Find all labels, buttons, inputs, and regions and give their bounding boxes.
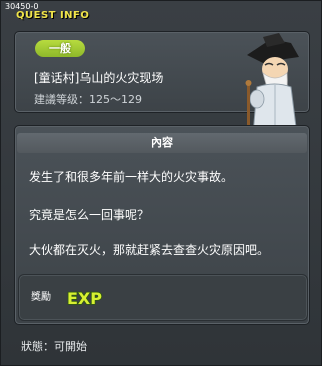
quest-category-badge: 一般 [35, 40, 85, 57]
description-line-1: 发生了和很多年前一样大的火灾事故。 [29, 170, 234, 184]
exp-text: EXP [67, 289, 102, 308]
quest-info-window: 30450-0 QUEST INFO 一般 [童话村]乌山的火灾现场 建議等级：… [0, 0, 322, 366]
old-sage-npc-icon [245, 33, 299, 137]
description-line-3: 大伙都在灭火，那就赶紧去查查火灾原因吧。 [29, 243, 270, 257]
level-requirement: 建議等级：125～129 [34, 93, 142, 106]
quest-content-panel: 內容 发生了和很多年前一样大的火灾事故。 究竟是怎么一回事呢？ 大伙都在灭火，那… [14, 125, 310, 325]
quest-summary-panel: 一般 [童话村]乌山的火灾现场 建議等级：125～129 [14, 31, 310, 137]
quest-status: 狀態：可開始 [21, 340, 87, 353]
exp-icon: EXP [66, 288, 103, 309]
quest-name: [童话村]乌山的火灾现场 [34, 71, 164, 85]
reward-box: 獎勵 EXP [18, 274, 308, 321]
reward-label: 獎勵 [31, 292, 51, 303]
window-title: QUEST INFO [16, 10, 90, 21]
description-line-2: 究竟是怎么一回事呢？ [29, 208, 150, 222]
content-header: 內容 [17, 133, 307, 153]
